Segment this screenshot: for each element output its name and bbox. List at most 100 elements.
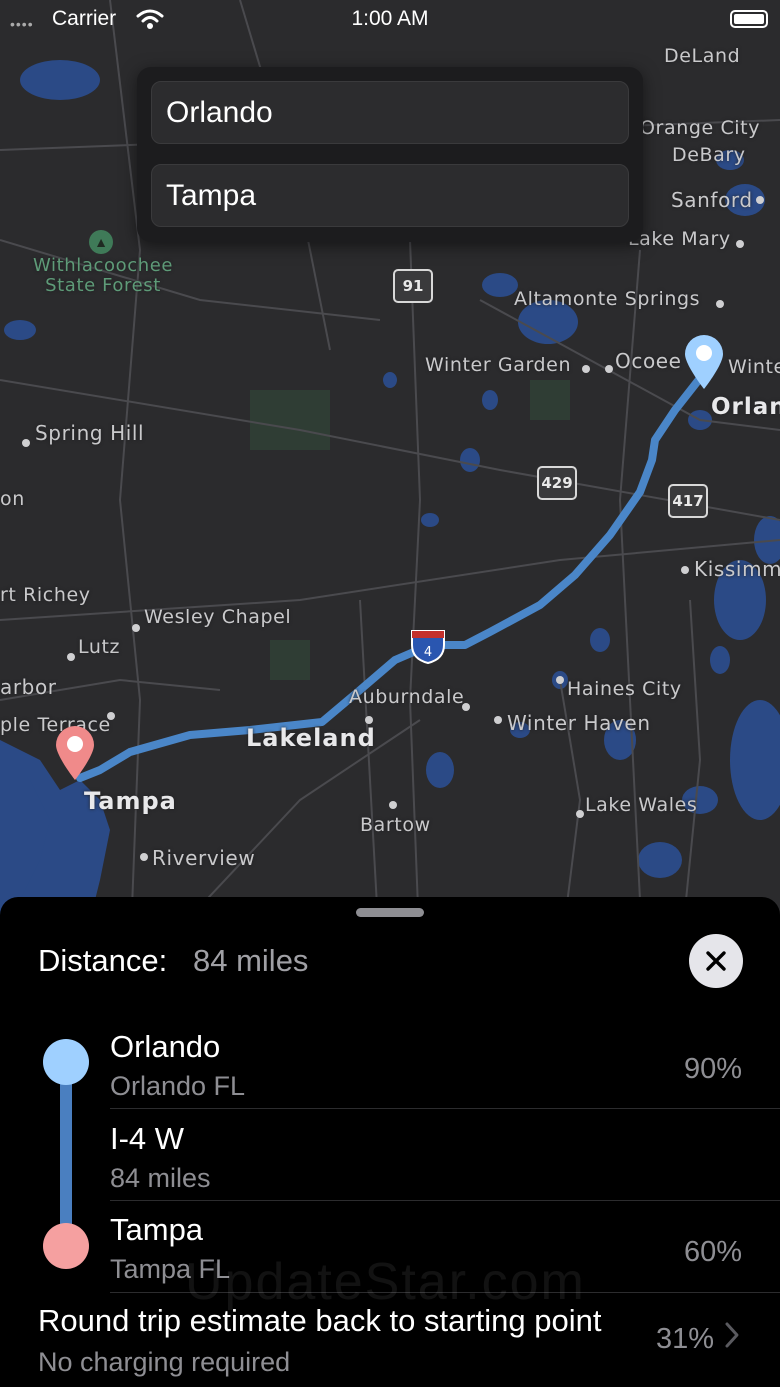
lake-small-1 (383, 372, 397, 388)
park-area-1 (250, 390, 330, 450)
map-label-kissimmee: Kissimm (694, 557, 780, 581)
close-icon (706, 951, 726, 971)
destination-input[interactable] (151, 164, 629, 227)
map-label-withlacoochee: Withlacoochee State Forest (33, 256, 173, 296)
city-dot-spring-hill (22, 439, 30, 447)
map-label-hudson: on (0, 488, 25, 510)
route-step-origin[interactable]: Orlando Orlando FL 90% (110, 1029, 780, 1102)
round-trip-percent: 31% (655, 1323, 714, 1355)
map-label-debary: DeBary (672, 144, 746, 166)
map-label-port-richey: rt Richey (0, 584, 91, 606)
map-label-winter-park: Winte (728, 356, 780, 378)
lake-minneola (482, 390, 498, 410)
battery-icon (730, 10, 768, 28)
battery-percent: 90% (683, 1053, 742, 1085)
city-dot-auburndale (462, 703, 470, 711)
map-label-withlacoochee-line2: State Forest (45, 275, 161, 296)
map-label-spring-hill: Spring Hill (35, 421, 145, 445)
road-5 (0, 539, 780, 621)
city-dot-lake-mary (736, 240, 744, 248)
divider (110, 1200, 780, 1201)
distance-label: Distance: (38, 943, 168, 978)
city-dot-haines-city (556, 676, 564, 684)
city-dot-ocoee (605, 365, 613, 373)
lake-harris (482, 273, 518, 297)
step-title: Orlando (110, 1029, 221, 1064)
map-label-riverview: Riverview (152, 846, 256, 870)
map-label-winter-haven: Winter Haven (507, 711, 651, 735)
map-label-sanford: Sanford (671, 188, 753, 212)
lake-small-3 (590, 628, 610, 652)
close-button[interactable] (689, 934, 743, 988)
route-start-dot (43, 1039, 89, 1085)
route-end-dot (43, 1223, 89, 1269)
map-label-auburndale: Auburndale (349, 686, 465, 708)
route-search-panel (137, 67, 643, 242)
city-dot-lutz (67, 653, 75, 661)
map-label-tampa: Tampa (84, 787, 177, 815)
lake-hancock (426, 752, 454, 788)
map-label-altamonte-springs: Altamonte Springs (514, 288, 701, 310)
lake-kissimmee (730, 700, 780, 820)
destination-pin-icon[interactable] (54, 724, 96, 782)
map-label-bartow: Bartow (360, 814, 431, 836)
route-details-sheet: Distance: 84 miles Orlando Orlando FL 90… (0, 897, 780, 1387)
route-429-number: 429 (541, 474, 573, 492)
route-417-number: 417 (672, 492, 704, 510)
status-bar: •••• Carrier 1:00 AM (0, 0, 780, 40)
lake-small-6 (4, 320, 36, 340)
distance-value: 84 miles (193, 943, 309, 978)
interstate-4-number: 4 (424, 645, 432, 660)
map-label-withlacoochee-line1: Withlacoochee (33, 255, 174, 276)
city-dot-sanford (756, 196, 764, 204)
city-dot-lake-wales (576, 810, 584, 818)
city-dot-kissimmee (681, 566, 689, 574)
city-dot-altamonte (716, 300, 724, 308)
park-icon: ▲ (89, 230, 113, 254)
map-label-ocoee: Ocoee (615, 349, 682, 373)
map-label-harbor: arbor (0, 675, 57, 699)
map-label-orlando: Orlan (711, 394, 780, 420)
origin-pin-icon[interactable] (683, 333, 725, 391)
interstate-4-shield: 4 (411, 630, 445, 665)
step-subtitle: Orlando FL (110, 1071, 246, 1101)
status-time: 1:00 AM (351, 7, 429, 30)
step-title: Tampa (110, 1212, 204, 1247)
chevron-right-icon (725, 1322, 739, 1348)
map-label-lake-mary: Lake Mary (628, 228, 731, 250)
battery-percent: 60% (683, 1236, 742, 1268)
city-dot-riverview (140, 853, 148, 861)
map-label-deland: DeLand (664, 45, 741, 67)
lake-weohyakapka (638, 842, 682, 878)
route-progress-line (60, 1063, 72, 1243)
park-area-2 (530, 380, 570, 420)
city-dot-winter-haven (494, 716, 502, 724)
city-dot-temple-terrace (107, 712, 115, 720)
park-area-3 (270, 640, 310, 680)
lake-lizzie (710, 646, 730, 674)
map-label-orange-city: Orange City (640, 117, 761, 139)
map-label-lutz: Lutz (78, 636, 121, 658)
route-91-shield: 91 (393, 269, 433, 303)
step-title: I-4 W (110, 1121, 185, 1156)
road-4 (408, 239, 422, 960)
lake-louisa (460, 448, 480, 472)
map-label-haines-city: Haines City (567, 678, 682, 700)
city-dot-bartow (389, 801, 397, 809)
city-dot-wesley-chapel (132, 624, 140, 632)
lake-small-5 (20, 60, 100, 100)
sheet-grabber-handle[interactable] (356, 908, 424, 917)
route-step-highway[interactable]: I-4 W 84 miles (110, 1121, 780, 1194)
city-dot-lakeland (365, 716, 373, 724)
map-label-lakeland: Lakeland (246, 724, 376, 752)
route-417-shield: 417 (668, 484, 708, 518)
round-trip-estimate-row[interactable]: Round trip estimate back to starting poi… (38, 1303, 780, 1387)
divider (110, 1108, 780, 1109)
step-subtitle: 84 miles (110, 1163, 211, 1193)
route-91-number: 91 (402, 277, 424, 295)
map-label-lake-wales: Lake Wales (585, 794, 698, 816)
road-2 (0, 379, 780, 521)
map-label-wesley-chapel: Wesley Chapel (144, 606, 292, 628)
route-429-shield: 429 (537, 466, 577, 500)
origin-input[interactable] (151, 81, 629, 144)
